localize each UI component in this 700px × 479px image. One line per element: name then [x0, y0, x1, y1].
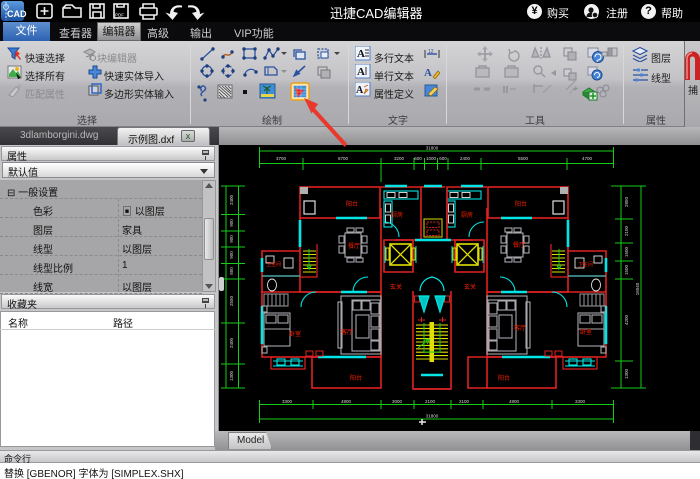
svg-text:2400: 2400 [460, 156, 471, 161]
svg-text:阳台: 阳台 [350, 374, 362, 382]
svg-text:玄关: 玄关 [464, 283, 476, 291]
svg-text:厨房: 厨房 [461, 211, 473, 219]
svg-text:12: 12 [428, 49, 434, 55]
svg-text:卧室: 卧室 [580, 328, 592, 336]
svg-text:CAD: CAD [7, 9, 27, 19]
svg-text:餐厅: 餐厅 [348, 242, 360, 250]
svg-text:卧室: 卧室 [289, 330, 301, 338]
svg-text:1300: 1300 [229, 370, 234, 381]
svg-text:2400: 2400 [229, 337, 234, 348]
svg-text:2100: 2100 [624, 225, 629, 236]
svg-text:3000: 3000 [392, 399, 403, 404]
svg-text:2550: 2550 [229, 295, 234, 306]
svg-text:2100: 2100 [425, 399, 436, 404]
svg-text:1500: 1500 [624, 246, 629, 257]
svg-text:A: A [357, 48, 365, 60]
svg-text:600: 600 [439, 156, 447, 161]
svg-text:600: 600 [414, 156, 422, 161]
svg-text:5500: 5500 [518, 156, 529, 161]
svg-text:阳台: 阳台 [515, 200, 527, 208]
svg-text:16040: 16040 [635, 282, 640, 295]
svg-text:A: A [424, 67, 432, 79]
svg-text:31800: 31800 [426, 146, 439, 151]
svg-text:3300: 3300 [575, 399, 586, 404]
svg-text:PDF: PDF [115, 13, 124, 18]
svg-text:1500: 1500 [624, 264, 629, 275]
svg-text:2850: 2850 [624, 196, 629, 207]
svg-text:客厅: 客厅 [341, 328, 353, 336]
svg-text:阳台: 阳台 [498, 374, 510, 382]
svg-text:卫生间: 卫生间 [266, 261, 281, 268]
svg-text:玄关: 玄关 [390, 283, 402, 291]
svg-text:厨房: 厨房 [391, 211, 403, 219]
svg-text:1300: 1300 [624, 368, 629, 379]
svg-text:阳台: 阳台 [346, 200, 358, 208]
svg-text:4800: 4800 [341, 399, 352, 404]
svg-text:3200: 3200 [394, 156, 405, 161]
svg-text:1000: 1000 [426, 156, 437, 161]
svg-text:2100: 2100 [459, 399, 470, 404]
svg-text:900: 900 [229, 219, 234, 227]
svg-text:餐厅: 餐厅 [513, 241, 525, 249]
svg-text:4200: 4200 [624, 314, 629, 325]
svg-text:3700: 3700 [276, 156, 287, 161]
svg-text:850: 850 [229, 267, 234, 275]
svg-text:3300: 3300 [282, 399, 293, 404]
svg-text:A: A [356, 85, 364, 96]
svg-text:900: 900 [229, 251, 234, 259]
svg-text:8700: 8700 [338, 156, 349, 161]
svg-text:4700: 4700 [582, 156, 593, 161]
svg-text:卫生间: 卫生间 [578, 261, 593, 268]
svg-text:31800: 31800 [426, 414, 439, 419]
svg-text:A: A [357, 66, 365, 78]
svg-text:900: 900 [229, 235, 234, 243]
svg-text:客厅: 客厅 [514, 324, 526, 332]
svg-text:4800: 4800 [509, 399, 520, 404]
svg-text:2400: 2400 [229, 194, 234, 205]
